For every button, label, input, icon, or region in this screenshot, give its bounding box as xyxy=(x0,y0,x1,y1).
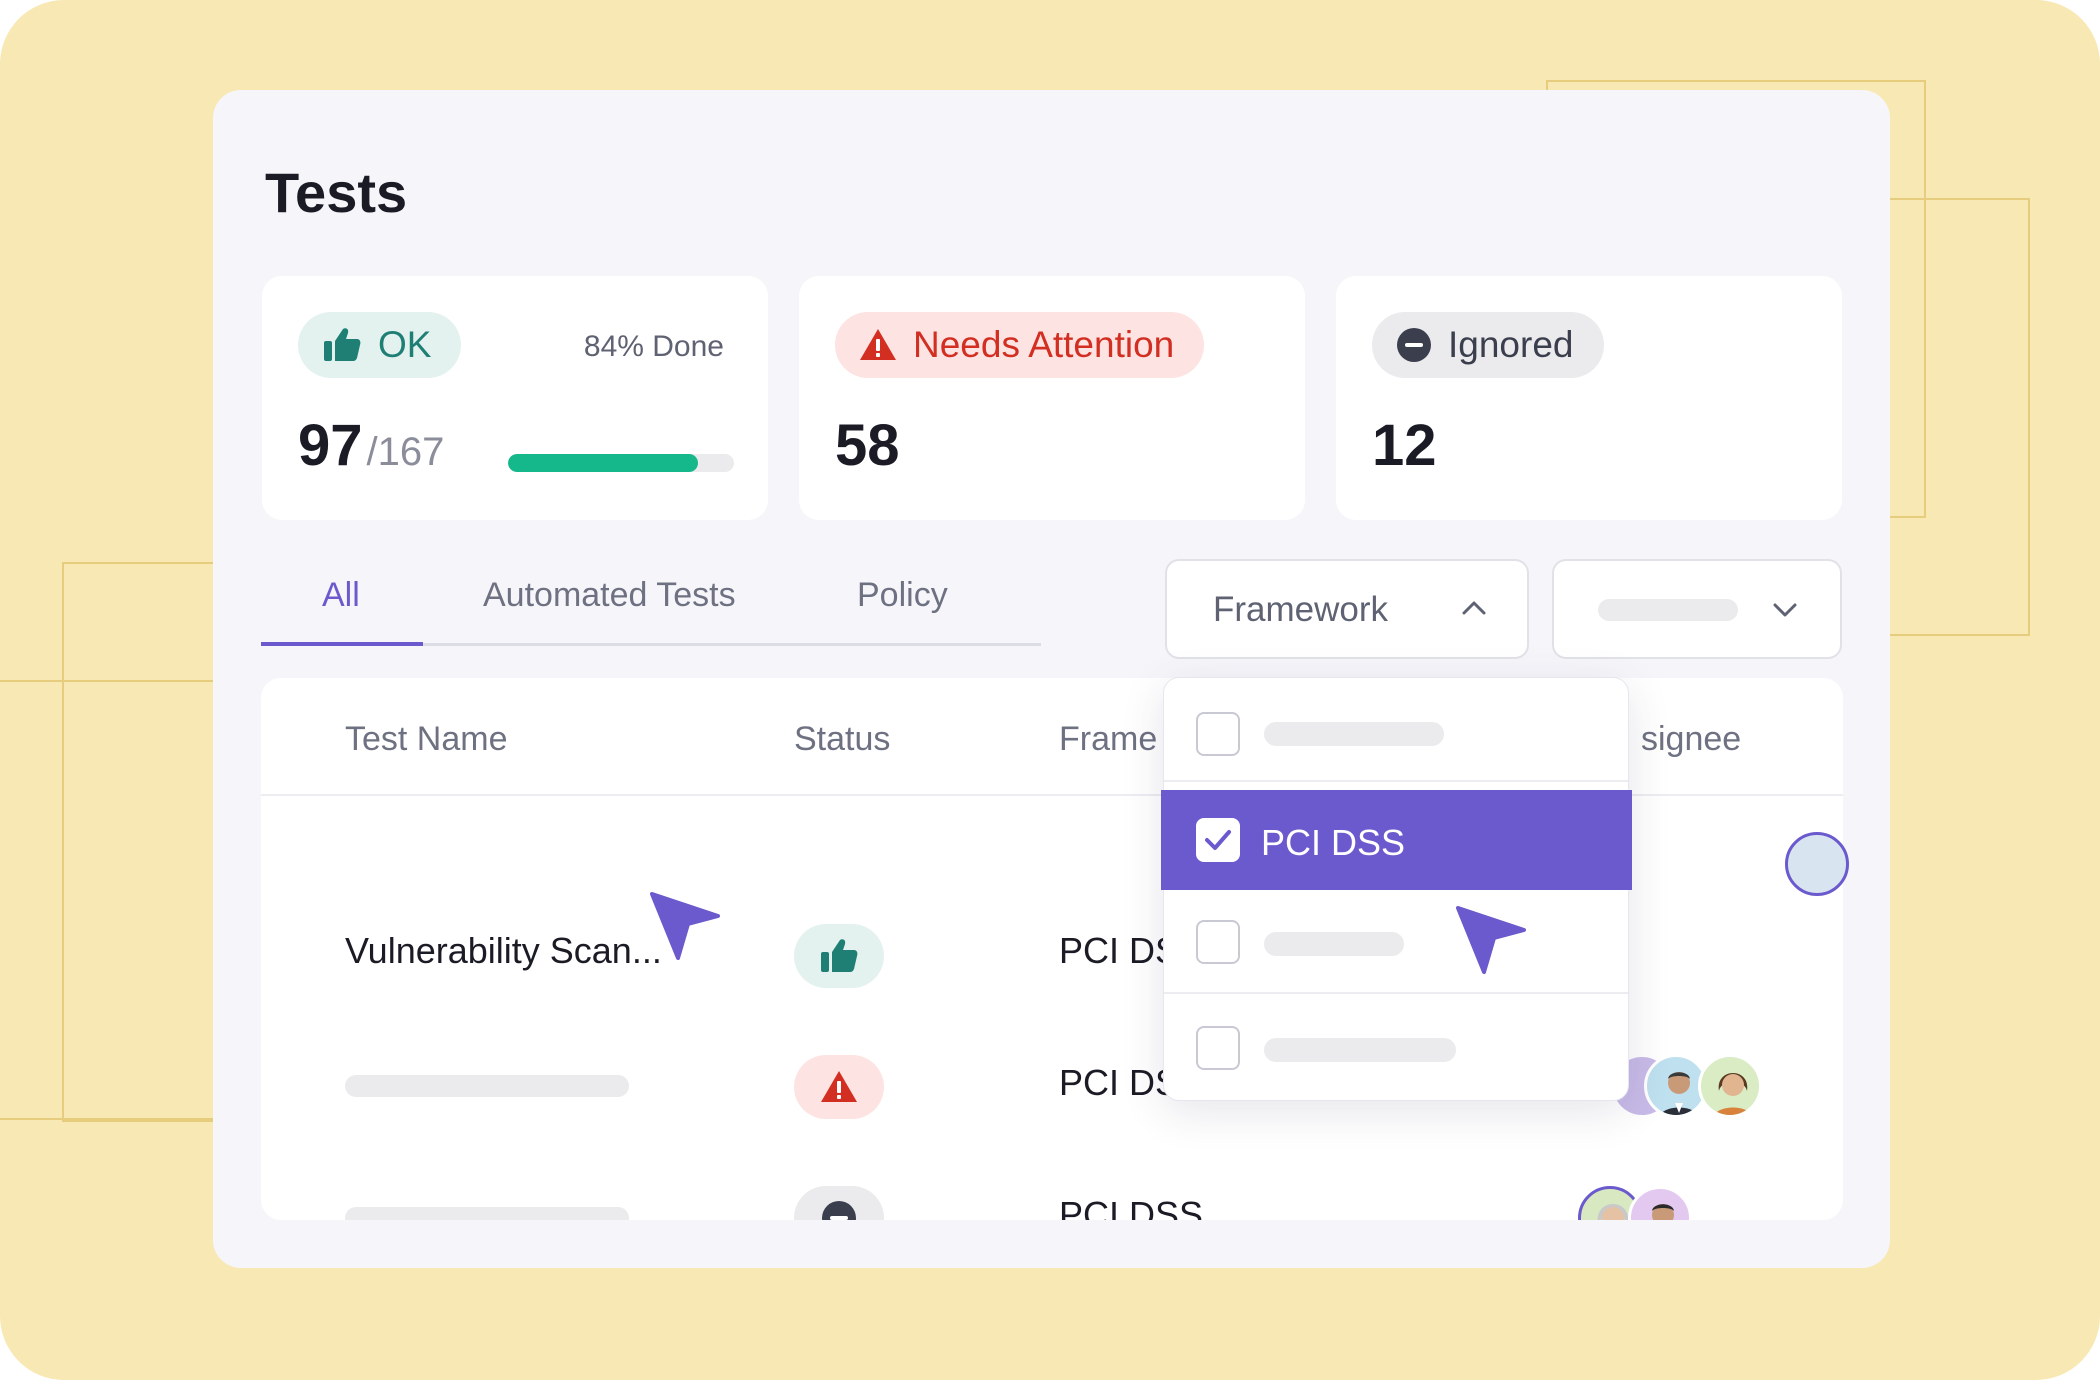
ignored-badge: Ignored xyxy=(1372,312,1604,378)
column-header-status[interactable]: Status xyxy=(794,720,890,759)
minus-circle-icon xyxy=(1397,328,1431,362)
check-icon xyxy=(1205,830,1231,850)
test-name-skeleton xyxy=(345,1075,629,1097)
tests-panel: Tests OK 84% Done 97/167 Needs Attention… xyxy=(213,90,1890,1268)
attention-badge: Needs Attention xyxy=(835,312,1205,378)
option-label: PCI DSS xyxy=(1261,822,1406,863)
tab-policy[interactable]: Policy xyxy=(857,576,948,615)
framework-option[interactable] xyxy=(1164,996,1628,1100)
tab-bar: All Automated Tests Policy xyxy=(261,540,1041,646)
ignored-label: Ignored xyxy=(1448,324,1574,365)
framework-cell: PCI DS xyxy=(1059,930,1180,971)
attention-label: Needs Attention xyxy=(913,324,1175,365)
option-label-skeleton xyxy=(1264,932,1404,956)
attention-count: 58 xyxy=(835,413,900,478)
column-header-assignee[interactable]: signee xyxy=(1641,720,1741,759)
ok-count-total: /167 xyxy=(366,430,445,474)
avatar xyxy=(1628,1186,1692,1220)
framework-select[interactable]: Framework xyxy=(1165,559,1529,659)
summary-card-ignored[interactable]: Ignored 12 xyxy=(1336,276,1842,520)
progress-fill xyxy=(508,454,698,472)
ok-count-value: 97 xyxy=(298,413,363,478)
summary-card-ok[interactable]: OK 84% Done 97/167 xyxy=(262,276,768,520)
avatar xyxy=(1785,832,1849,896)
option-label-skeleton xyxy=(1264,722,1444,746)
background: Tests OK 84% Done 97/167 Needs Attention… xyxy=(0,0,2100,1380)
test-name-skeleton xyxy=(345,1207,629,1220)
framework-dropdown-menu: PCI DSS xyxy=(1161,677,1632,1101)
column-header-framework[interactable]: Frame xyxy=(1059,720,1157,759)
person-avatar-icon xyxy=(1652,1204,1674,1220)
framework-cell: PCI DS xyxy=(1059,1062,1180,1103)
ignored-count: 12 xyxy=(1372,413,1437,478)
column-header-test-name[interactable]: Test Name xyxy=(345,720,508,759)
ok-badge: OK xyxy=(298,312,462,378)
done-percentage: 84% Done xyxy=(583,330,724,363)
warning-triangle-icon xyxy=(821,1071,857,1102)
chevron-up-icon xyxy=(1462,601,1486,615)
ok-count: 97/167 xyxy=(298,412,444,479)
status-badge-ignored xyxy=(794,1186,884,1220)
test-name-cell[interactable]: Vulnerability Scan... xyxy=(345,930,662,972)
select-placeholder-skeleton xyxy=(1598,599,1738,621)
framework-option-pci-dss[interactable]: PCI DSS xyxy=(1161,790,1632,890)
secondary-filter-select[interactable] xyxy=(1552,559,1842,659)
page-title: Tests xyxy=(265,161,408,224)
framework-cell: PCI DSS xyxy=(1059,1194,1204,1220)
option-checkbox[interactable] xyxy=(1196,920,1240,964)
active-tab-indicator xyxy=(261,642,423,646)
person-avatar-icon xyxy=(1713,1073,1753,1115)
progress-bar xyxy=(508,454,734,472)
option-checkbox[interactable] xyxy=(1196,1026,1240,1070)
thumbs-up-icon xyxy=(821,939,858,972)
minus-circle-icon xyxy=(822,1201,856,1220)
chevron-down-icon xyxy=(1773,603,1797,617)
option-label-skeleton xyxy=(1264,1038,1456,1062)
status-badge-ok xyxy=(794,924,884,988)
framework-select-label: Framework xyxy=(1213,590,1389,629)
status-badge-attention xyxy=(794,1055,884,1119)
warning-triangle-icon xyxy=(860,329,896,360)
summary-card-attention[interactable]: Needs Attention 58 xyxy=(799,276,1305,520)
framework-option[interactable] xyxy=(1164,890,1628,994)
avatar xyxy=(1698,1054,1762,1118)
pointer-cursor-icon xyxy=(650,892,720,960)
ok-label: OK xyxy=(378,324,432,365)
tab-all[interactable]: All xyxy=(322,576,360,615)
pointer-cursor-icon xyxy=(1456,906,1526,974)
option-checkbox-checked[interactable] xyxy=(1196,818,1240,862)
tab-automated-tests[interactable]: Automated Tests xyxy=(483,576,736,615)
option-checkbox[interactable] xyxy=(1196,712,1240,756)
framework-option[interactable] xyxy=(1164,678,1628,782)
thumbs-up-icon xyxy=(324,328,361,361)
